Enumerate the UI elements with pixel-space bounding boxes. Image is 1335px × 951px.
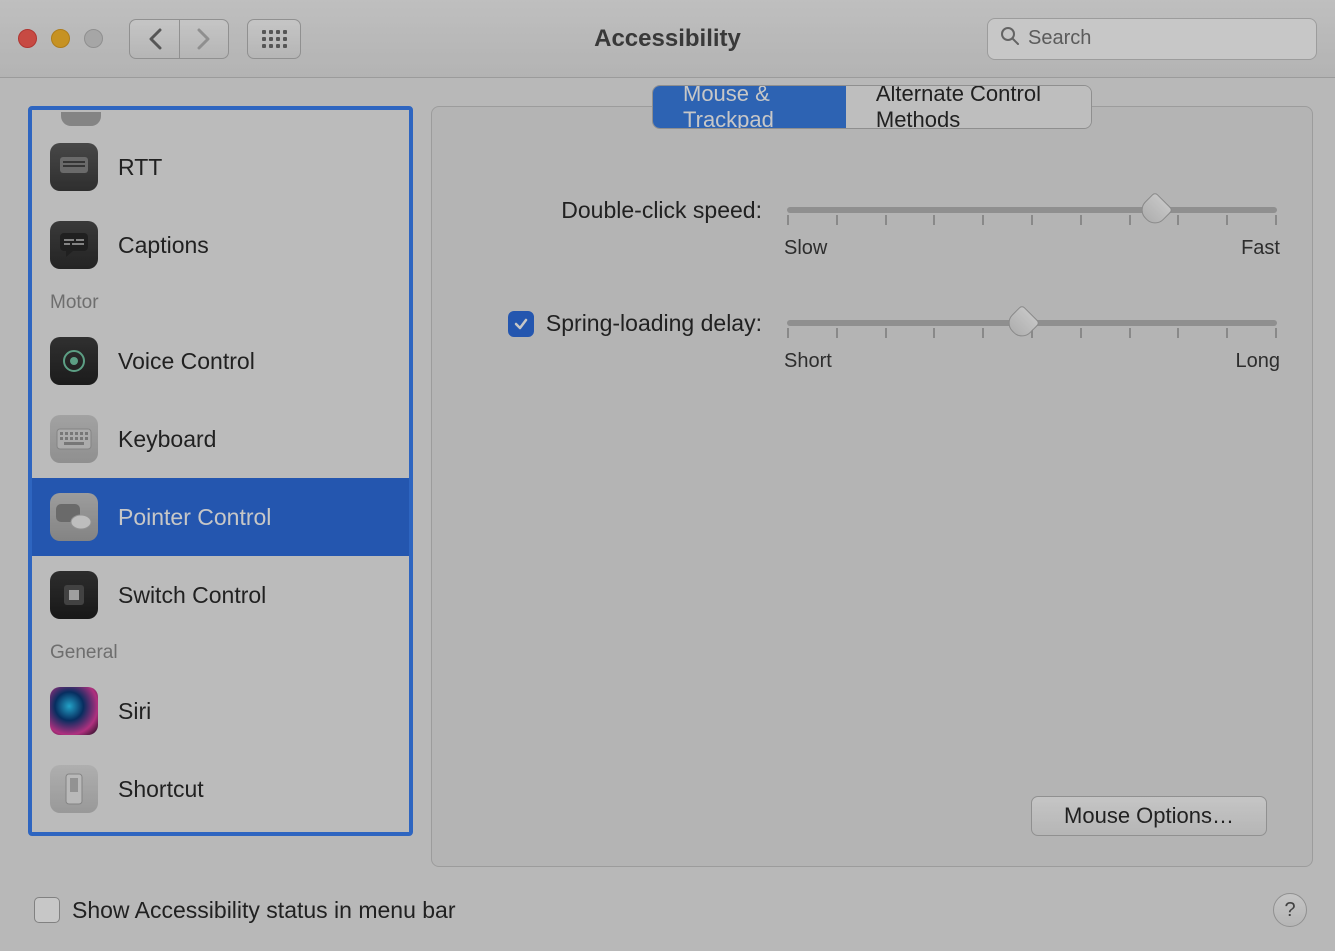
sidebar-item-captions[interactable]: Captions [32,206,409,284]
pointer-control-detail-pane: Mouse & Trackpad Alternate Control Metho… [431,106,1313,867]
slider-min-label: Short [784,350,832,373]
slider-min-label: Slow [784,237,827,260]
accessibility-category-sidebar[interactable]: RTT Captions Motor Voice Control [28,106,413,836]
window-title: Accessibility [594,25,741,53]
checkmark-icon [513,316,529,332]
slider-max-label: Long [1236,350,1281,373]
sidebar-item-label: RTT [118,154,162,181]
sidebar-item-rtt[interactable]: RTT [32,128,409,206]
keyboard-icon [50,415,98,463]
switch-control-icon [50,571,98,619]
sidebar-item-label: Pointer Control [118,504,271,531]
spring-loading-delay-checkbox[interactable] [508,311,534,337]
pointer-control-tabs: Mouse & Trackpad Alternate Control Metho… [652,85,1092,129]
sidebar-section-motor: Motor [32,284,409,322]
captions-icon [50,221,98,269]
chevron-right-icon [197,28,211,50]
sidebar-section-general: General [32,634,409,672]
nav-buttons [129,19,229,59]
close-window-button[interactable] [18,29,37,48]
show-all-button[interactable] [247,19,301,59]
back-button[interactable] [129,19,179,59]
sidebar-item-voice-control[interactable]: Voice Control [32,322,409,400]
sidebar-partial-item-above [32,110,409,128]
sidebar-item-switch-control[interactable]: Switch Control [32,556,409,634]
sidebar-item-label: Keyboard [118,426,216,453]
sidebar-item-label: Shortcut [118,776,204,803]
mouse-options-button[interactable]: Mouse Options… [1031,796,1267,836]
pointer-control-icon [50,493,98,541]
double-click-speed-label: Double-click speed: [561,197,762,224]
minimize-window-button[interactable] [51,29,70,48]
titlebar: Accessibility [0,0,1335,78]
help-button[interactable]: ? [1273,893,1307,927]
sidebar-item-label: Voice Control [118,348,255,375]
zoom-window-button[interactable] [84,29,103,48]
shortcut-icon [50,765,98,813]
system-preferences-window: Accessibility RTT [0,0,1335,951]
sidebar-item-keyboard[interactable]: Keyboard [32,400,409,478]
rtt-icon [50,143,98,191]
sidebar-item-label: Siri [118,698,151,725]
spring-loading-delay-row: Spring-loading delay: Short Long [462,310,1282,373]
tab-alternate-control[interactable]: Alternate Control Methods [846,86,1091,128]
search-field-container[interactable] [987,18,1317,60]
chevron-left-icon [148,28,162,50]
tab-mouse-trackpad[interactable]: Mouse & Trackpad [653,86,846,128]
search-input[interactable] [1028,27,1304,50]
grid-icon [262,30,287,48]
voice-control-icon [50,337,98,385]
siri-icon [50,687,98,735]
sidebar-item-label: Captions [118,232,209,259]
sidebar-item-label: Switch Control [118,582,266,609]
forward-button[interactable] [179,19,229,59]
question-mark-icon: ? [1284,899,1295,922]
double-click-speed-row: Double-click speed: Slow Fast [462,197,1282,260]
window-controls [18,29,103,48]
sidebar-item-siri[interactable]: Siri [32,672,409,750]
search-icon [1000,26,1020,52]
double-click-speed-slider[interactable] [787,207,1277,213]
show-accessibility-status-option[interactable]: Show Accessibility status in menu bar [34,897,456,924]
spring-loading-delay-label: Spring-loading delay: [546,310,762,337]
show-accessibility-status-checkbox[interactable] [34,897,60,923]
spring-loading-delay-slider[interactable] [787,320,1277,326]
sidebar-item-shortcut[interactable]: Shortcut [32,750,409,828]
sidebar-item-pointer-control[interactable]: Pointer Control [32,478,409,556]
footer: Show Accessibility status in menu bar ? [28,867,1313,933]
show-accessibility-status-label: Show Accessibility status in menu bar [72,897,456,924]
slider-max-label: Fast [1241,237,1280,260]
